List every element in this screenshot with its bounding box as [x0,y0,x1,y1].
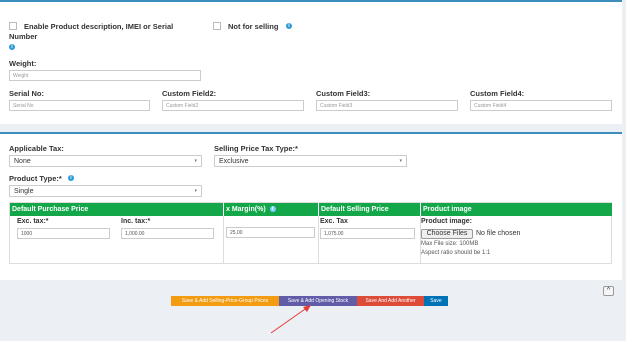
product-image-header: Product image [421,203,612,216]
selling-exc-tax-label: Exc. Tax [320,218,348,225]
selling-tax-type-label: Selling Price Tax Type:* [214,144,298,153]
custom-field3-input[interactable]: Custom Field3 [316,100,458,111]
info-icon[interactable]: i [269,206,276,213]
info-icon[interactable]: i [286,23,292,29]
product-type-label: Product Type:* [9,174,62,183]
enable-description-label: Enable Product description, IMEI or Seri… [24,22,174,31]
applicable-tax-value: None [14,158,31,165]
chevron-up-icon: ^ [606,287,611,294]
exc-tax-label: Exc. tax:* [17,218,49,225]
chevron-down-icon: ▾ [194,158,197,164]
save-and-add-another-button[interactable]: Save And Add Another [357,296,424,306]
chevron-down-icon: ▾ [194,188,197,194]
applicable-tax-select[interactable]: None ▾ [9,155,202,167]
product-type-select[interactable]: Single ▾ [9,185,202,197]
enable-description-label-line2: Number [9,32,38,41]
serial-no-input[interactable]: Serial No [9,100,150,111]
no-file-chosen-text: No file chosen [476,230,521,237]
custom-field4-label: Custom Field4: [470,89,525,98]
aspect-ratio-text: Aspect ratio should be 1:1 [421,250,491,256]
margin-input[interactable]: 25.00 [226,227,315,238]
purchase-price-header: Default Purchase Price [10,203,223,216]
product-info-card: Enable Product description, IMEI or Seri… [0,0,622,124]
info-icon[interactable]: i [68,175,74,181]
custom-field3-label: Custom Field3: [316,89,371,98]
arrow-pointer-icon [270,305,311,334]
custom-field2-label: Custom Field2: [162,89,217,98]
choose-files-button[interactable]: Choose Files [421,229,473,239]
enable-description-checkbox[interactable] [9,22,17,30]
not-for-selling-label: Not for selling [228,22,279,31]
serial-no-label: Serial No: [9,89,45,98]
selling-tax-type-select[interactable]: Exclusive ▾ [214,155,407,167]
scroll-up-button[interactable]: ^ [603,286,614,296]
info-icon[interactable]: i [9,44,15,50]
save-add-selling-price-group-button[interactable]: Save & Add Selling-Price-Group Prices [171,296,279,306]
product-type-value: Single [14,188,34,195]
selling-price-input[interactable]: 1,075.00 [320,228,415,239]
weight-input[interactable]: Weight [9,70,201,81]
inc-tax-input[interactable]: 1,000.00 [121,228,214,239]
margin-cell [224,216,319,264]
exc-tax-input[interactable]: 1000 [17,228,110,239]
save-button[interactable]: Save [424,296,448,306]
margin-header: x Margin(%) i [224,203,318,216]
applicable-tax-label: Applicable Tax: [9,144,64,153]
inc-tax-label: Inc. tax:* [121,218,151,225]
max-file-size-text: Max File size: 100MB [421,241,479,247]
not-for-selling-checkbox[interactable] [213,22,221,30]
weight-label: Weight: [9,59,37,68]
product-image-label: Product image: [421,218,472,225]
custom-field2-input[interactable]: Custom Field2 [162,100,304,111]
selling-price-header: Default Selling Price [319,203,420,216]
custom-field4-input[interactable]: Custom Field4 [470,100,612,111]
selling-tax-type-value: Exclusive [219,158,249,165]
chevron-down-icon: ▾ [399,158,402,164]
